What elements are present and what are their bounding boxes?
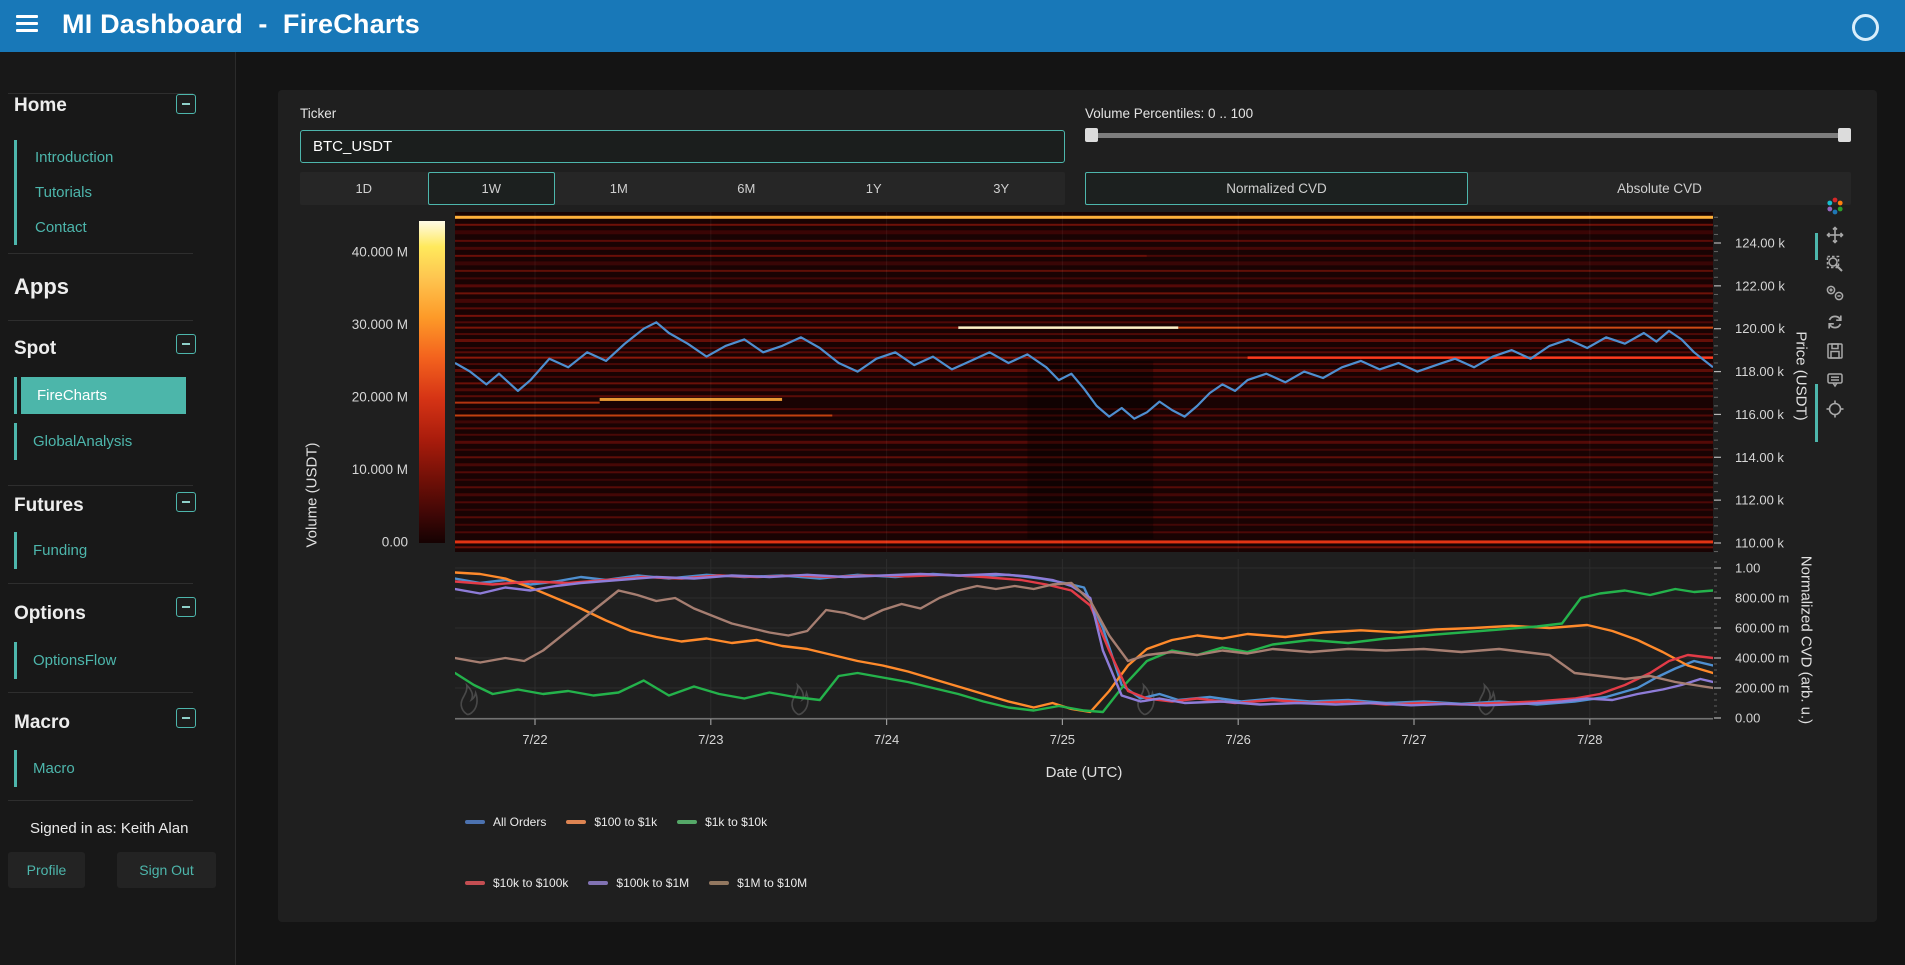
modebar-active-indicator (1815, 384, 1818, 442)
slider-track[interactable] (1085, 133, 1851, 138)
sidebar-section-options: Options (14, 603, 86, 625)
divider (8, 93, 193, 94)
status-circle-icon[interactable] (1852, 14, 1879, 41)
plotly-modebar (1820, 196, 1850, 419)
sign-out-button[interactable]: Sign Out (117, 852, 216, 888)
volume-axis-title: Volume (USDT) (304, 442, 321, 547)
divider (8, 320, 193, 321)
autoscale-reset-icon[interactable] (1825, 312, 1845, 332)
legend-row: $10k to $100k $100k to $1M $1M to $10M (465, 876, 807, 890)
box-zoom-icon[interactable] (1825, 254, 1845, 274)
slider-handle-min[interactable] (1085, 128, 1098, 142)
legend-label: $100 to $1k (594, 815, 657, 829)
slider-handle-max[interactable] (1838, 128, 1851, 142)
normalized-cvd-button[interactable]: Normalized CVD (1085, 172, 1468, 205)
divider (8, 800, 193, 801)
range-button-1m[interactable]: 1M (555, 172, 683, 205)
legend-entry[interactable]: $1M to $10M (709, 876, 807, 890)
hover-tooltip-icon[interactable] (1825, 370, 1845, 390)
cvd-mode-group: Normalized CVD Absolute CVD (1085, 172, 1851, 205)
volume-percentile-slider[interactable] (1085, 127, 1851, 143)
sidebar-section-futures: Futures (14, 495, 84, 517)
absolute-cvd-button[interactable]: Absolute CVD (1468, 172, 1851, 205)
legend-swatch (677, 820, 697, 824)
plotly-logo-icon[interactable] (1825, 196, 1845, 216)
sidebar-item-tutorials[interactable]: Tutorials (17, 175, 127, 210)
collapse-macro-button[interactable] (176, 708, 196, 728)
cvd-axis-title: Normalized CVD (arb. u.) (1798, 556, 1815, 724)
ticker-input[interactable] (300, 130, 1065, 163)
legend-label: $1M to $10M (737, 876, 807, 890)
legend-label: $10k to $100k (493, 876, 568, 890)
legend-swatch (465, 881, 485, 885)
save-image-icon[interactable] (1825, 341, 1845, 361)
range-button-1d[interactable]: 1D (300, 172, 428, 205)
legend-swatch (709, 881, 729, 885)
app: MI Dashboard - FireCharts Home Introduct… (0, 0, 1905, 965)
sidebar: Home Introduction Tutorials Contact Apps… (0, 52, 236, 965)
profile-button[interactable]: Profile (8, 852, 85, 888)
legend-swatch (465, 820, 485, 824)
legend-entry[interactable]: All Orders (465, 815, 546, 829)
range-button-6m[interactable]: 6M (683, 172, 811, 205)
collapse-home-button[interactable] (176, 94, 196, 114)
collapse-spot-button[interactable] (176, 334, 196, 354)
divider (8, 253, 193, 254)
legend-row: All Orders $100 to $1k $1k to $10k (465, 815, 767, 829)
range-button-group: 1D 1W 1M 6M 1Y 3Y (300, 172, 1065, 205)
collapse-futures-button[interactable] (176, 492, 196, 512)
item-accent-bar (14, 377, 17, 414)
legend-swatch (566, 820, 586, 824)
volume-percentiles-label: Volume Percentiles: 0 .. 100 (1085, 106, 1253, 121)
signed-in-text: Signed in as: Keith Alan (30, 820, 188, 837)
sidebar-section-macro: Macro (14, 712, 70, 734)
apps-header: Apps (14, 274, 69, 300)
sidebar-item-firecharts[interactable]: FireCharts (14, 377, 186, 414)
modebar-active-indicator (1815, 233, 1818, 260)
divider (8, 583, 193, 584)
divider (8, 485, 193, 486)
topbar: MI Dashboard - FireCharts (0, 0, 1905, 52)
sidebar-item-optionsflow[interactable]: OptionsFlow (14, 642, 132, 679)
date-axis-title: Date (UTC) (1046, 764, 1123, 781)
sidebar-item-globalanalysis[interactable]: GlobalAnalysis (14, 423, 148, 460)
range-button-1y[interactable]: 1Y (810, 172, 938, 205)
sidebar-item-macro[interactable]: Macro (14, 750, 91, 787)
divider (8, 692, 193, 693)
range-button-3y[interactable]: 3Y (938, 172, 1066, 205)
price-axis-title: Price (USDT) (1793, 331, 1810, 420)
zoom-in-out-icon[interactable] (1825, 283, 1845, 303)
legend-entry[interactable]: $10k to $100k (465, 876, 568, 890)
price-heatmap-plot[interactable] (455, 212, 1713, 552)
collapse-options-button[interactable] (176, 597, 196, 617)
legend-entry[interactable]: $100 to $1k (566, 815, 657, 829)
legend-label: All Orders (493, 815, 546, 829)
legend-label: $1k to $10k (705, 815, 767, 829)
legend-swatch (588, 881, 608, 885)
legend-entry[interactable]: $100k to $1M (588, 876, 689, 890)
sidebar-item-funding[interactable]: Funding (14, 532, 103, 569)
legend-label: $100k to $1M (616, 876, 689, 890)
volume-colorbar (419, 221, 445, 543)
sidebar-section-home: Home (14, 95, 67, 117)
home-items-group: Introduction Tutorials Contact (14, 140, 127, 245)
ticker-label: Ticker (300, 106, 336, 121)
hamburger-menu-icon[interactable] (16, 15, 40, 37)
sidebar-section-spot: Spot (14, 338, 56, 360)
sidebar-item-contact[interactable]: Contact (17, 210, 127, 245)
app-title: MI Dashboard - FireCharts (62, 9, 420, 40)
cvd-plot[interactable] (455, 559, 1713, 718)
range-button-1w[interactable]: 1W (428, 172, 556, 205)
legend-entry[interactable]: $1k to $10k (677, 815, 767, 829)
pan-icon[interactable] (1825, 225, 1845, 245)
spikeline-crosshair-icon[interactable] (1825, 399, 1845, 419)
sidebar-item-introduction[interactable]: Introduction (17, 140, 127, 175)
